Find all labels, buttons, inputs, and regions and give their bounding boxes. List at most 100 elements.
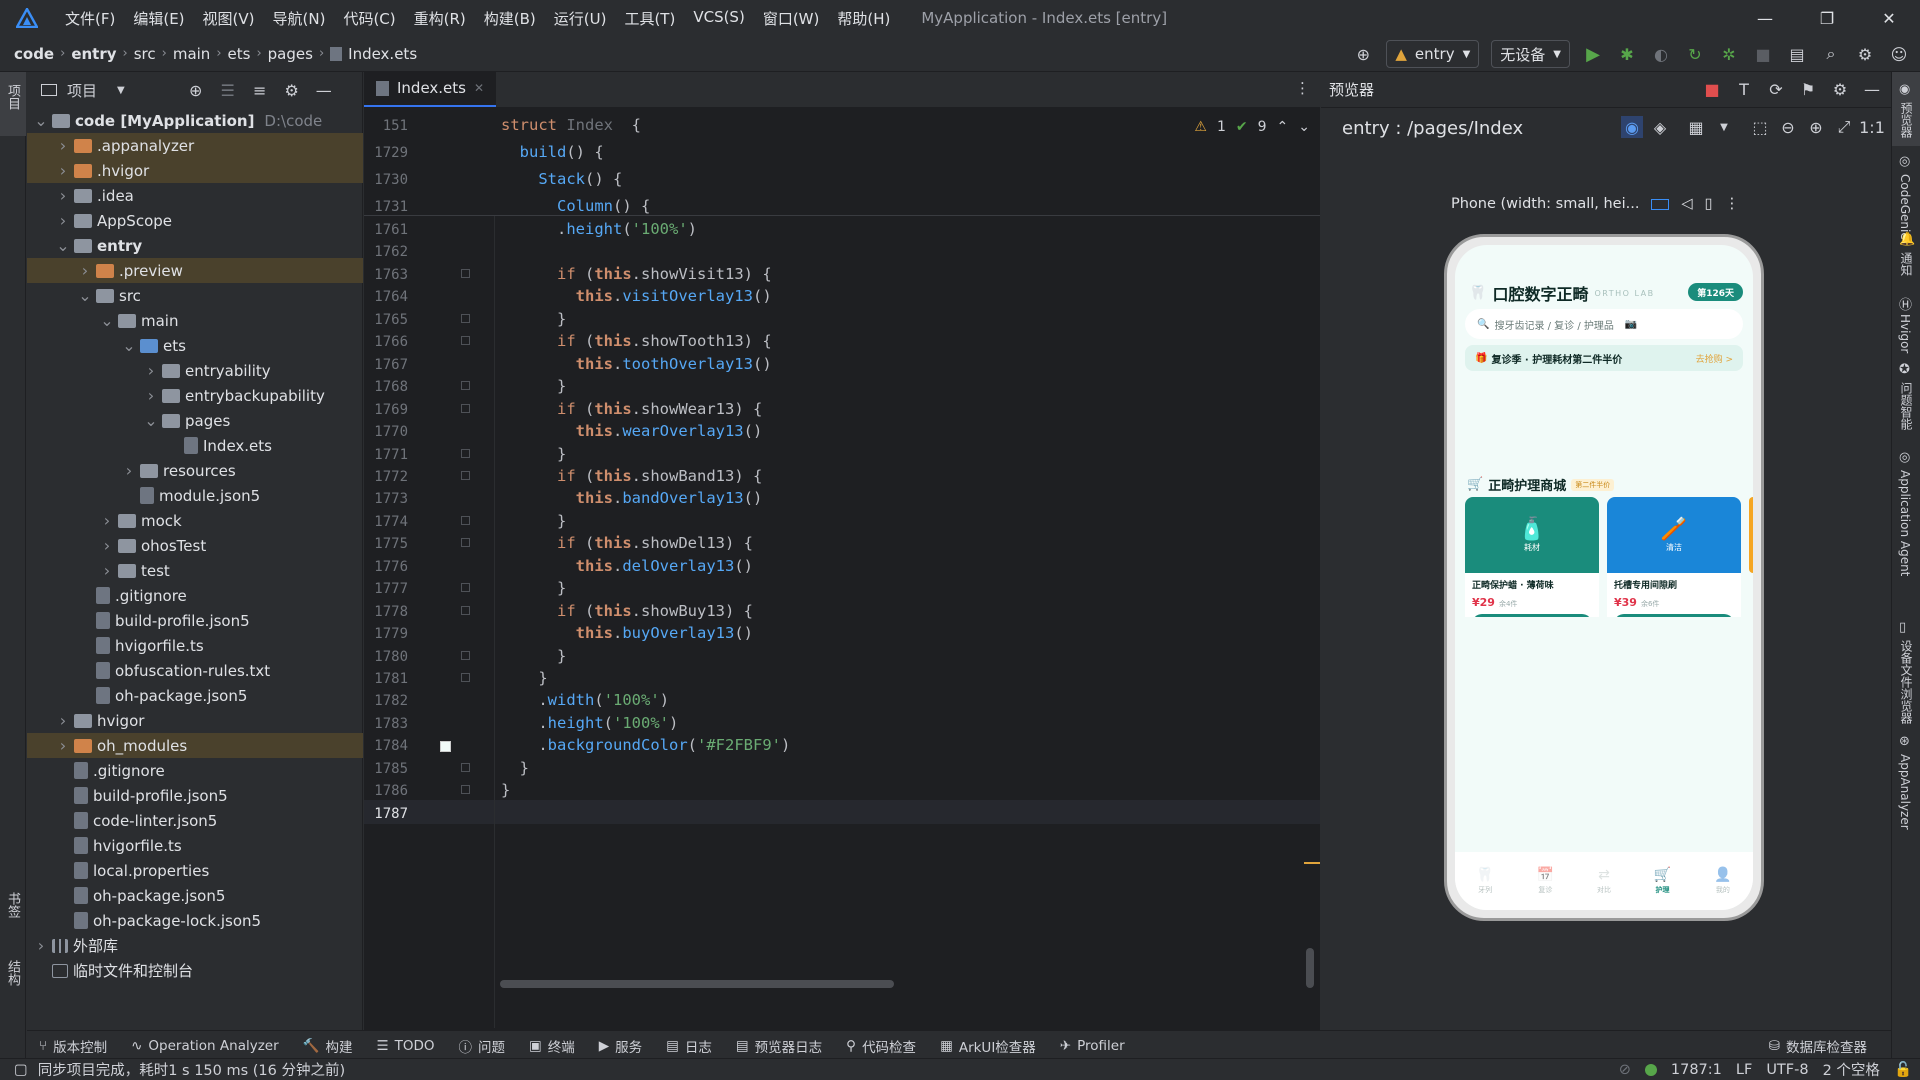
- fold-marker-icon[interactable]: [461, 605, 470, 615]
- menu-item[interactable]: 视图(V): [194, 8, 264, 29]
- tree-item[interactable]: › oh_modules: [27, 733, 363, 758]
- search-icon[interactable]: ⌕: [1820, 43, 1842, 65]
- camera-icon[interactable]: 📷: [1625, 319, 1637, 330]
- maximize-icon[interactable]: ❐: [1796, 0, 1858, 36]
- code-line[interactable]: if (this.showBand13) {: [501, 467, 762, 485]
- menu-item[interactable]: 构建(B): [475, 8, 545, 29]
- right-tool-label[interactable]: CodeGenie: [1898, 174, 1912, 240]
- code-line[interactable]: if (this.showVisit13) {: [501, 265, 772, 283]
- ratio-icon[interactable]: 1:1: [1859, 116, 1885, 138]
- tree-item[interactable]: › hvigor: [27, 708, 363, 733]
- chevron-right-icon[interactable]: ›: [99, 561, 115, 580]
- right-tool-label[interactable]: 预览器: [1898, 102, 1915, 138]
- tree-item[interactable]: › .appanalyzer: [27, 133, 363, 158]
- chevron-right-icon[interactable]: ›: [99, 536, 115, 555]
- right-tool-label[interactable]: Application Agent: [1898, 470, 1912, 576]
- layers-icon[interactable]: ◈: [1649, 116, 1671, 138]
- menu-item[interactable]: 运行(U): [545, 8, 616, 29]
- stop-preview-icon[interactable]: ■: [1701, 78, 1723, 100]
- tool-window-button[interactable]: ⑂ 版本控制: [39, 1036, 107, 1056]
- code-line[interactable]: }: [501, 781, 510, 799]
- fold-marker-icon[interactable]: [461, 583, 470, 593]
- panel-toggle-icon[interactable]: ▢: [14, 1062, 28, 1078]
- no-sync-icon[interactable]: ⊘: [1619, 1062, 1631, 1078]
- fold-marker-icon[interactable]: [461, 403, 470, 413]
- tree-item[interactable]: hvigorfile.ts: [27, 833, 363, 858]
- fold-marker-icon[interactable]: [461, 313, 470, 323]
- code-line[interactable]: }: [501, 377, 566, 395]
- module-selector[interactable]: ▲ entry ▼: [1386, 40, 1480, 68]
- tree-item[interactable]: obfuscation-rules.txt: [27, 658, 363, 683]
- tree-item[interactable]: › test: [27, 558, 363, 583]
- device-label[interactable]: Phone (width: small, hei...: [1451, 196, 1639, 212]
- right-tool-label[interactable]: 设备文件浏览器: [1898, 640, 1915, 724]
- chevron-right-icon[interactable]: ›: [55, 161, 71, 180]
- grid-icon[interactable]: ▦: [1685, 116, 1707, 138]
- device-selector[interactable]: 无设备 ▼: [1491, 40, 1570, 68]
- code-line[interactable]: }: [501, 647, 566, 665]
- app-nav-item[interactable]: 🛒 护理: [1654, 867, 1671, 895]
- chevron-down-icon[interactable]: ▼: [117, 85, 125, 96]
- code-line[interactable]: if (this.showDel13) {: [501, 534, 753, 552]
- chevron-right-icon[interactable]: ›: [55, 711, 71, 730]
- prev-highlight-icon[interactable]: ⌃: [1277, 119, 1289, 135]
- promo-banner[interactable]: 🎁 复诊季 · 护理耗材第二件半价 去抢购 >: [1465, 345, 1743, 371]
- product-carousel[interactable]: 🧴耗材正畸保护蜡 · 薄荷味 ¥29余4件加入清单 🪥清洁托槽专用间隙刷 ¥39余6件…: [1465, 497, 1753, 617]
- tool-window-button[interactable]: ▦ ArkUI检查器: [940, 1036, 1036, 1056]
- right-tool-icon[interactable]: ✪: [1899, 362, 1910, 377]
- profile-icon[interactable]: ◐: [1650, 43, 1672, 65]
- app-logo-icon[interactable]: [14, 5, 40, 31]
- fold-marker-icon[interactable]: [461, 448, 470, 458]
- tree-item[interactable]: oh-package.json5: [27, 883, 363, 908]
- fullscreen-icon[interactable]: ⤢: [1833, 116, 1855, 138]
- chevron-down-icon[interactable]: ⌄: [33, 111, 49, 130]
- tree-item[interactable]: ⌄ main: [27, 308, 363, 333]
- fold-marker-icon[interactable]: [461, 762, 470, 772]
- warning-stripe-marker[interactable]: [1304, 862, 1320, 864]
- code-line[interactable]: this.bandOverlay13(): [501, 489, 763, 507]
- minimize-icon[interactable]: —: [1734, 0, 1796, 36]
- code-line[interactable]: this.visitOverlay13(): [501, 287, 772, 305]
- tree-item[interactable]: › mock: [27, 508, 363, 533]
- close-tab-icon[interactable]: ✕: [474, 81, 484, 95]
- tree-item[interactable]: build-profile.json5: [27, 608, 363, 633]
- next-product-peek[interactable]: [1749, 497, 1753, 573]
- chevron-down-icon[interactable]: ⌄: [77, 286, 93, 305]
- code-line[interactable]: .height('100%'): [501, 714, 678, 732]
- tree-item[interactable]: › resources: [27, 458, 363, 483]
- tree-item[interactable]: local.properties: [27, 858, 363, 883]
- app-nav-item[interactable]: 🦷 牙列: [1476, 867, 1493, 895]
- menu-item[interactable]: 代码(C): [334, 8, 404, 29]
- chevron-right-icon[interactable]: ›: [55, 136, 71, 155]
- chevron-down-icon[interactable]: ⌄: [99, 311, 115, 330]
- target-icon[interactable]: ⊕: [1352, 43, 1374, 65]
- chevron-right-icon[interactable]: ›: [77, 261, 93, 280]
- horizontal-scrollbar[interactable]: [500, 980, 894, 988]
- right-tool-label[interactable]: AppAnalyzer: [1898, 754, 1912, 830]
- fold-marker-icon[interactable]: [461, 650, 470, 660]
- promo-link[interactable]: 去抢购 >: [1696, 352, 1733, 365]
- tree-item[interactable]: oh-package.json5: [27, 683, 363, 708]
- code-line[interactable]: }: [501, 512, 566, 530]
- color-swatch-icon[interactable]: [440, 741, 451, 753]
- right-tool-icon[interactable]: ◉: [1899, 82, 1910, 97]
- chevron-down-icon[interactable]: ⌄: [55, 236, 71, 255]
- tool-window-button[interactable]: ☰ TODO: [376, 1038, 434, 1054]
- menu-item[interactable]: VCS(S): [684, 8, 753, 29]
- fold-marker-icon[interactable]: [461, 268, 470, 278]
- settings-icon[interactable]: ⚙: [1829, 78, 1851, 100]
- right-tool-icon[interactable]: Ⓗ: [1899, 294, 1912, 313]
- fold-marker-icon[interactable]: [461, 336, 470, 346]
- file-encoding[interactable]: UTF-8: [1766, 1062, 1808, 1078]
- chevron-right-icon[interactable]: ›: [143, 361, 159, 380]
- app-nav-item[interactable]: 📅 复诊: [1537, 867, 1554, 895]
- breadcrumb-item[interactable]: ets: [228, 45, 251, 63]
- code-line[interactable]: build() {: [501, 143, 604, 161]
- tool-window-button[interactable]: ▤ 日志: [666, 1036, 712, 1056]
- stop-icon[interactable]: ■: [1752, 43, 1774, 65]
- code-line[interactable]: if (this.showWear13) {: [501, 400, 762, 418]
- right-tool-icon[interactable]: ◎: [1899, 450, 1910, 465]
- code-line[interactable]: Column() {: [501, 197, 650, 215]
- menu-item[interactable]: 重构(R): [405, 8, 475, 29]
- close-icon[interactable]: ✕: [1858, 0, 1920, 36]
